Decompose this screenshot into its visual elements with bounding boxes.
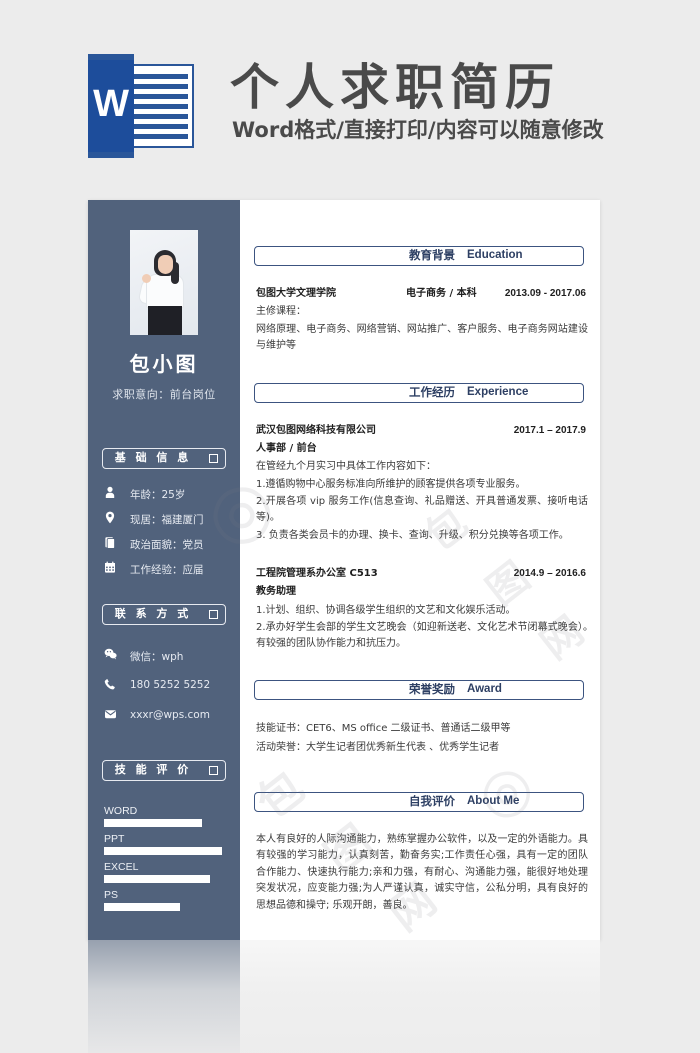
skill-ppt-label: PPT (104, 833, 125, 845)
education-date: 2013.09 - 2017.06 (504, 288, 586, 299)
resume-main: 教育背景 Education 包图大学文理学院 电子商务 / 本科 2013.0… (240, 200, 600, 940)
job2-role: 教务助理 (256, 586, 296, 597)
contact-row-phone-text: 180 5252 5252 (130, 679, 211, 691)
word-logo-icon: W (88, 54, 196, 158)
square-icon (209, 610, 218, 619)
info-row-age: 年龄：25岁 (104, 485, 234, 505)
contact-row-wechat-text: 微信：wph (130, 651, 184, 663)
skill-excel-bar (104, 875, 226, 883)
skill-ps: PS (104, 889, 226, 911)
section-education-en: Education (467, 249, 523, 261)
education-courses-label: 主修课程： (256, 306, 306, 317)
section-education-cn: 教育背景 (409, 248, 455, 262)
section-experience-cn: 工作经历 (409, 385, 455, 399)
contact-label: 联 系 方 式 (114, 607, 192, 620)
job-intent: 求职意向：前台岗位 (112, 388, 216, 401)
job2-duty-1: 1.计划、组织、协调各级学生组织的文艺和文化娱乐活动。 (256, 605, 516, 616)
document-icon (104, 536, 118, 550)
person-icon (104, 486, 118, 500)
mail-icon (104, 708, 118, 722)
resume-page: 包小图 求职意向：前台岗位 基 础 信 息 年龄：25岁 现居：福建厦门 政治面… (88, 200, 600, 940)
about-text: 本人有良好的人际沟通能力，熟练掌握办公软件，以及一定的外语能力。具有较强的学习能… (256, 834, 588, 911)
skill-excel-label: EXCEL (104, 861, 139, 873)
section-about-cn: 自我评价 (409, 794, 455, 808)
section-about-en: About Me (467, 795, 520, 807)
job1-date: 2017.1 – 2017.9 (513, 425, 586, 436)
profile-photo (130, 230, 198, 335)
section-header-education: 教育背景 Education (254, 246, 584, 266)
job1-role: 人事部 / 前台 (256, 443, 317, 454)
job2-company: 工程院管理系办公室 C513 (256, 568, 378, 579)
sidebar-section-contact: 联 系 方 式 (102, 604, 226, 625)
page-reflection: WORD PPT EXCEL PS 本人有良好的人际沟通能力，熟练掌握办公软件，… (88, 940, 600, 1053)
skill-ppt: PPT (104, 833, 226, 855)
banner-title: 个人求职简历 (230, 59, 561, 116)
section-header-experience: 工作经历 Experience (254, 383, 584, 403)
info-row-location: 现居：福建厦门 (104, 510, 234, 530)
education-school: 包图大学文理学院 (256, 288, 336, 299)
contact-row-email-text: xxxr@wps.com (130, 709, 210, 721)
page-canvas: W 个人求职简历 Word格式/直接打印/内容可以随意修改 包小图 求职意向：前… (0, 0, 700, 1053)
info-row-experience-text: 工作经验：应届 (130, 564, 204, 576)
info-row-experience: 工作经验：应届 (104, 560, 234, 580)
job1-intro: 在管经九个月实习中具体工作内容如下： (256, 461, 436, 472)
info-row-political-text: 政治面貌：党员 (130, 539, 204, 551)
candidate-name: 包小图 (129, 352, 199, 376)
promo-banner: W 个人求职简历 Word格式/直接打印/内容可以随意修改 (88, 52, 608, 164)
square-icon (209, 454, 218, 463)
job2-duty-2: 2.承办好学生会部的学生文艺晚会（如迎新送老、文化艺术节闭幕式晚会）。 有较强的… (256, 622, 598, 650)
info-row-location-text: 现居：福建厦门 (130, 514, 204, 526)
job1-company: 武汉包图网络科技有限公司 (256, 425, 376, 436)
word-logo-page (126, 64, 194, 148)
job2-header: 工程院管理系办公室 C513 2014.9 – 2016.6 (256, 566, 586, 581)
calendar-icon (104, 561, 118, 575)
location-pin-icon (104, 511, 118, 525)
section-experience-en: Experience (467, 386, 529, 398)
info-row-age-text: 年龄：25岁 (130, 489, 186, 501)
skill-ppt-bar (104, 847, 226, 855)
resume-sidebar: 包小图 求职意向：前台岗位 基 础 信 息 年龄：25岁 现居：福建厦门 政治面… (88, 200, 240, 940)
phone-icon (104, 678, 118, 692)
sidebar-section-basic-info: 基 础 信 息 (102, 448, 226, 469)
award-line-1: 技能证书：CET6、MS office 二级证书、普通话二级甲等 (256, 723, 511, 734)
job1-header: 武汉包图网络科技有限公司 2017.1 – 2017.9 (256, 423, 586, 438)
contact-row-email: xxxr@wps.com (104, 707, 234, 727)
word-logo-letter: W (93, 83, 129, 125)
skill-ps-bar (104, 903, 226, 911)
contact-row-phone: 180 5252 5252 (104, 677, 234, 697)
banner-subtitle: Word格式/直接打印/内容可以随意修改 (232, 118, 604, 142)
skill-word-bar (104, 819, 226, 827)
job1-duty-1: 1.遵循购物中心服务标准向所维护的顾客提供各项专业服务。 (256, 479, 526, 490)
skill-ps-label: PS (104, 889, 119, 901)
contact-row-wechat: 微信：wph (104, 647, 234, 667)
sidebar-section-skills: 技 能 评 价 (102, 760, 226, 781)
award-line-2: 活动荣誉：大学生记者团优秀新生代表 、优秀学生记者 (256, 742, 500, 753)
skills-label: 技 能 评 价 (114, 763, 192, 776)
basic-info-label: 基 础 信 息 (114, 451, 192, 464)
section-header-award: 荣誉奖励 Award (254, 680, 584, 700)
education-courses: 网络原理、电子商务、网络营销、网站推广、客户服务、电子商务网站建设与维护等 (256, 324, 588, 352)
education-major: 电子商务 / 本科 (406, 288, 477, 299)
skill-word-label: WORD (104, 805, 138, 817)
skill-word: WORD (104, 805, 226, 827)
square-icon (209, 766, 218, 775)
education-row: 包图大学文理学院 电子商务 / 本科 2013.09 - 2017.06 (256, 286, 586, 301)
job2-date: 2014.9 – 2016.6 (513, 568, 586, 579)
section-award-en: Award (467, 683, 502, 695)
wechat-icon (104, 648, 118, 662)
info-row-political: 政治面貌：党员 (104, 535, 234, 555)
section-header-about: 自我评价 About Me (254, 792, 584, 812)
job1-duty-3: 3. 负责各类会员卡的办理、换卡、查询、升级、积分兑换等各项工作。 (256, 530, 569, 541)
section-award-cn: 荣誉奖励 (409, 682, 455, 696)
job1-duty-2: 2.开展各项 vip 服务工作(信息查询、礼品赠送、开具普通发票、接听电话等)。 (256, 496, 588, 524)
skill-excel: EXCEL (104, 861, 226, 883)
